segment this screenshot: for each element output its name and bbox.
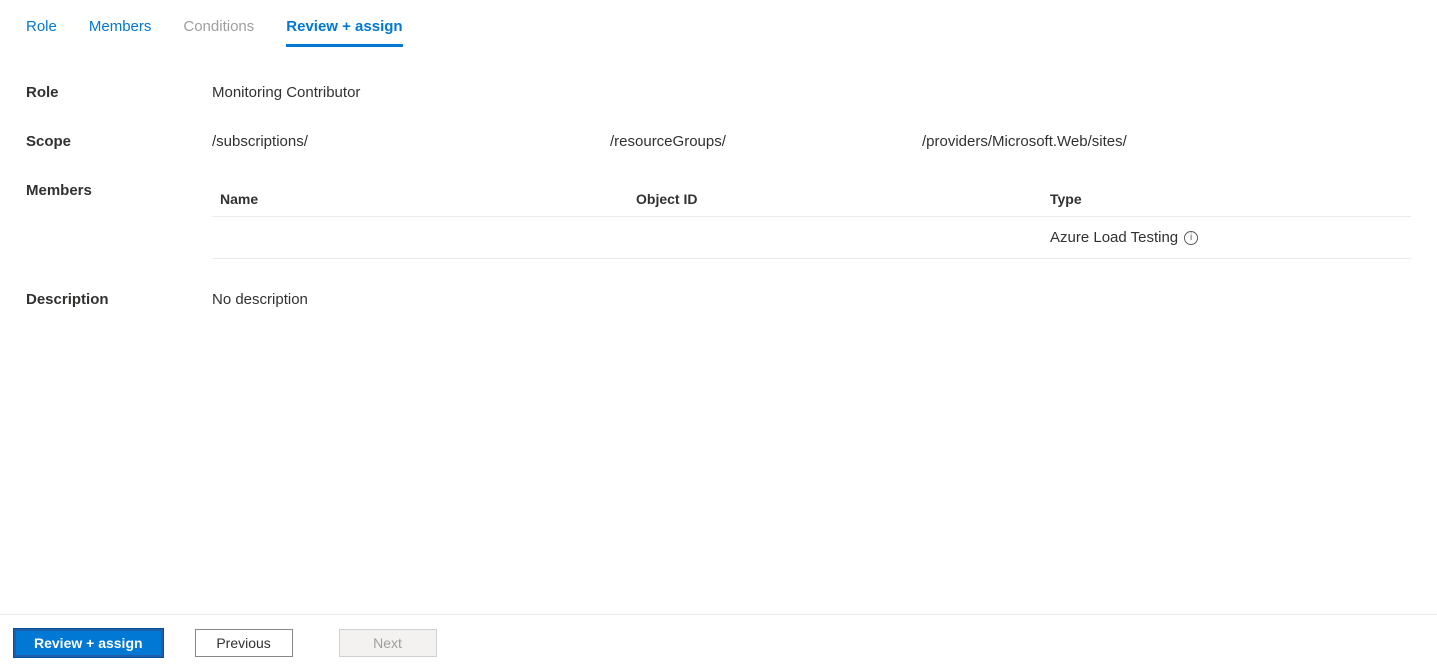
- tab-conditions: Conditions: [183, 18, 254, 47]
- review-content: Role Monitoring Contributor Scope /subsc…: [0, 48, 1437, 308]
- info-icon[interactable]: i: [1184, 231, 1198, 245]
- row-scope: Scope /subscriptions/ /resourceGroups/ /…: [26, 133, 1411, 150]
- cell-type: Azure Load Testing i: [1050, 229, 1403, 246]
- scope-providers: /providers/Microsoft.Web/sites/: [922, 133, 1127, 150]
- row-members: Members Name Object ID Type Azure Load T…: [26, 182, 1411, 259]
- scope-subscriptions: /subscriptions/: [212, 133, 610, 150]
- col-header-object-id[interactable]: Object ID: [636, 191, 1050, 207]
- label-role: Role: [26, 84, 212, 101]
- table-row: Azure Load Testing i: [212, 217, 1411, 259]
- footer-bar: Review + assign Previous Next: [0, 614, 1437, 671]
- value-role: Monitoring Contributor: [212, 84, 1411, 101]
- members-table-header: Name Object ID Type: [212, 182, 1411, 217]
- tab-bar: Role Members Conditions Review + assign: [0, 0, 1437, 48]
- tab-members[interactable]: Members: [89, 18, 152, 47]
- tab-review-assign[interactable]: Review + assign: [286, 18, 402, 47]
- next-button: Next: [339, 629, 437, 657]
- scope-resourcegroups: /resourceGroups/: [610, 133, 922, 150]
- row-role: Role Monitoring Contributor: [26, 84, 1411, 101]
- row-description: Description No description: [26, 291, 1411, 308]
- value-scope: /subscriptions/ /resourceGroups/ /provid…: [212, 133, 1411, 150]
- cell-type-text: Azure Load Testing: [1050, 229, 1178, 246]
- value-description: No description: [212, 291, 1411, 308]
- label-description: Description: [26, 291, 212, 308]
- label-members: Members: [26, 182, 212, 259]
- tab-role[interactable]: Role: [26, 18, 57, 47]
- label-scope: Scope: [26, 133, 212, 150]
- members-table: Name Object ID Type Azure Load Testing i: [212, 182, 1411, 259]
- col-header-name[interactable]: Name: [220, 191, 636, 207]
- col-header-type[interactable]: Type: [1050, 191, 1403, 207]
- members-table-wrap: Name Object ID Type Azure Load Testing i: [212, 182, 1411, 259]
- previous-button[interactable]: Previous: [195, 629, 293, 657]
- review-assign-button[interactable]: Review + assign: [14, 629, 163, 657]
